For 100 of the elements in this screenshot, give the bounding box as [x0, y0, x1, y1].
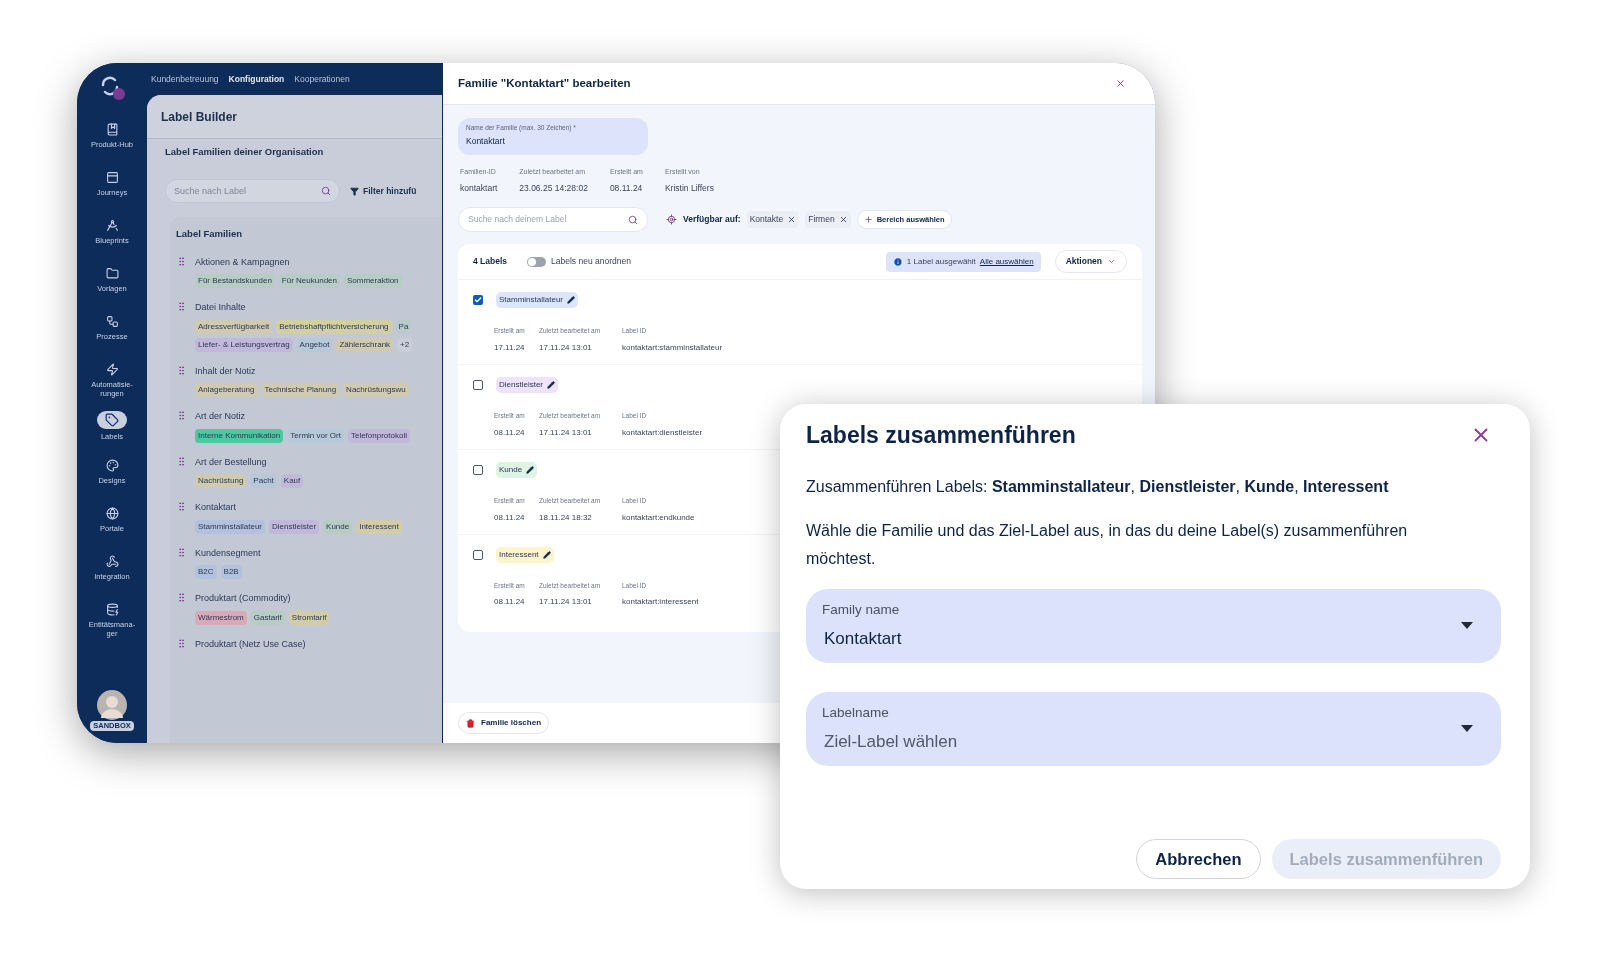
- workflow-icon: [105, 315, 119, 328]
- page-title: Label Builder: [161, 108, 237, 126]
- select-field[interactable]: Family name Kontaktart: [806, 588, 1501, 663]
- instruction-text: Wähle die Familie und das Ziel-Label aus, in das du deine Label(s) zusammenführen möchtest.: [806, 520, 1409, 569]
- drag-handle-icon[interactable]: [176, 546, 187, 558]
- drag-handle-icon[interactable]: [176, 592, 187, 603]
- toggle-switch[interactable]: [527, 256, 547, 267]
- drag-handle-icon[interactable]: [176, 255, 187, 267]
- checkbox[interactable]: [473, 295, 483, 306]
- folder-icon: [105, 267, 119, 280]
- checkbox[interactable]: [473, 549, 483, 560]
- globe-icon: [105, 507, 119, 520]
- dropdown-caret-icon: [1461, 725, 1473, 732]
- tag: Telefonprotokoll: [347, 428, 410, 443]
- tag: Dienstleister: [269, 519, 320, 534]
- panel-icon: [105, 171, 119, 184]
- tag: Stromtarif: [288, 610, 330, 625]
- lightning-icon: [105, 363, 119, 376]
- panel-title: Familie "Kontaktart" bearbeiten: [458, 75, 631, 91]
- pencil-icon[interactable]: [542, 550, 551, 559]
- target-icon: [666, 214, 677, 226]
- search-icon: [628, 214, 638, 225]
- compass-icon: [105, 219, 119, 232]
- tag: Kauf: [280, 474, 304, 488]
- dialog-button[interactable]: Abbrechen: [1136, 839, 1261, 879]
- label-count: 4 Labels: [473, 255, 508, 269]
- drag-handle-icon[interactable]: [176, 410, 187, 421]
- toggle-label: Labels neu anordnen: [551, 255, 631, 269]
- checkbox[interactable]: [473, 380, 483, 390]
- drag-handle-icon[interactable]: [176, 637, 187, 649]
- tag: Gastarif: [250, 610, 285, 625]
- meta-value: kontaktart:interessent: [622, 596, 699, 609]
- trash-icon: [466, 718, 475, 728]
- meta-value: 17.11.24 13:01: [539, 426, 593, 439]
- drag-handle-icon[interactable]: [176, 501, 187, 512]
- label-tag[interactable]: Stamminstallateur: [496, 292, 579, 309]
- select-all-link[interactable]: Alle auswählen: [979, 255, 1034, 268]
- pencil-icon[interactable]: [567, 296, 576, 305]
- family-name: Art der Notiz: [195, 410, 246, 423]
- meta-value: kontaktart:dienstleister: [622, 426, 703, 439]
- search-icon: [321, 186, 331, 197]
- tag: Betriebshaftpflichtversicherung: [276, 319, 392, 334]
- drag-handle-icon[interactable]: [176, 364, 187, 376]
- dropdown-caret-icon: [1461, 622, 1473, 629]
- meta-value: 17.11.24: [494, 342, 526, 354]
- nav-tab[interactable]: Konfiguration: [228, 72, 285, 86]
- filter-button[interactable]: Filter hinzufü: [350, 184, 417, 198]
- bookmark-icon: [105, 123, 119, 136]
- checkbox[interactable]: [473, 464, 483, 475]
- family-name: Kundensegment: [195, 546, 261, 560]
- tag: Für Neukunden: [278, 274, 340, 288]
- scope-chip[interactable]: Kontakte: [746, 211, 800, 229]
- nav-tab[interactable]: Kundenbetreuung: [151, 72, 219, 86]
- tag: Zählerschrank: [336, 337, 394, 352]
- merge-summary: Zusammenführen Labels: Stamminstallateur, Dienstleister, Kunde, Interessent: [806, 476, 1390, 497]
- family-name: Datei Inhalte: [195, 301, 247, 314]
- tag: B2C: [195, 565, 217, 579]
- remove-icon[interactable]: [787, 215, 797, 225]
- meta-value: 08.11.24: [494, 596, 526, 609]
- label-tag[interactable]: Dienstleister: [496, 377, 558, 393]
- pencil-icon[interactable]: [526, 465, 535, 474]
- tag: Für Bestandskunden: [195, 274, 275, 288]
- section-heading: Label Familien deiner Organisation: [165, 145, 325, 159]
- meta-value: 23.06.25 14:28:02: [519, 181, 588, 195]
- close-icon[interactable]: [1115, 78, 1126, 89]
- palette-icon: [105, 459, 119, 472]
- meta-value: 18.11.24 18:32: [539, 511, 593, 524]
- drag-handle-icon[interactable]: [176, 301, 187, 312]
- pencil-icon[interactable]: [547, 381, 555, 389]
- filter-icon: [350, 186, 359, 196]
- family-name: Art der Bestellung: [195, 455, 268, 469]
- family-name: Kontaktart: [195, 501, 238, 514]
- select-field[interactable]: Labelname Ziel-Label wählen: [806, 691, 1501, 766]
- webhook-icon: [105, 555, 119, 568]
- nav-tab[interactable]: Kooperationen: [294, 72, 350, 86]
- scope-chip[interactable]: Firmen: [805, 211, 851, 229]
- label-tag[interactable]: Kunde: [496, 461, 538, 478]
- tag: Nachrüstung: [195, 474, 247, 488]
- meta-value: 08.11.24: [494, 511, 526, 524]
- selection-banner: 1 Label ausgewählt Alle auswählen: [885, 251, 1041, 272]
- tag-icon: [105, 413, 119, 427]
- tag: Liefer- & Leistungsvertrag: [195, 337, 293, 352]
- tag: Stamminstallateur: [195, 519, 266, 534]
- label-tag[interactable]: Interessent: [496, 546, 554, 563]
- meta-value: 08.11.24: [494, 426, 526, 439]
- family-name: Produktart (Commodity): [195, 592, 292, 605]
- card-heading: Label Familien: [176, 227, 243, 242]
- avatar[interactable]: [97, 690, 127, 720]
- meta-value: 08.11.24: [609, 181, 643, 195]
- tag: B2B: [220, 565, 242, 579]
- tag: Interne Kommunikation: [195, 428, 284, 443]
- family-name: Produktart (Netz Use Case): [195, 637, 306, 651]
- tag: Technische Planung: [261, 383, 340, 397]
- tag: Pacht: [250, 474, 277, 488]
- remove-icon[interactable]: [838, 215, 848, 225]
- plus-icon: [863, 215, 873, 225]
- tag: Angebot: [296, 337, 333, 352]
- tag: Kunde: [323, 519, 353, 534]
- drag-handle-icon[interactable]: [176, 455, 187, 467]
- database-icon: [105, 603, 119, 616]
